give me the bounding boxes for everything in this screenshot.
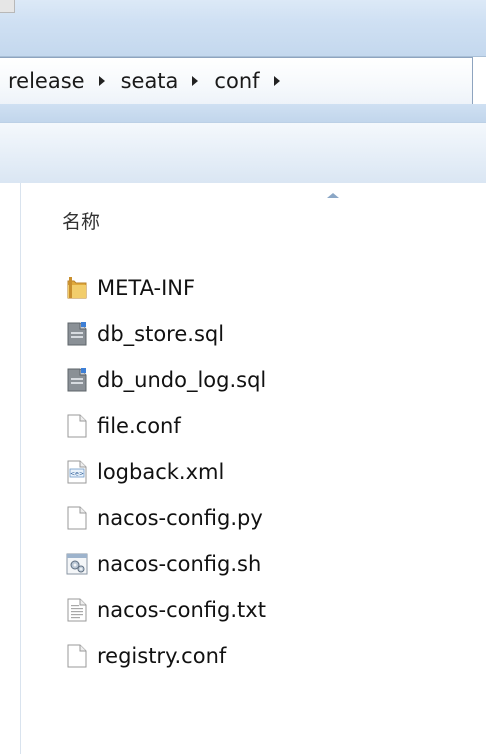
folder-icon bbox=[66, 275, 88, 301]
file-name: nacos-config.sh bbox=[97, 552, 262, 576]
column-header-name[interactable]: 名称 bbox=[62, 207, 100, 234]
file-list: META-INF db_store.sql db_undo_log.sql fi… bbox=[66, 265, 266, 679]
file-row-db-undo-log-sql[interactable]: db_undo_log.sql bbox=[66, 357, 266, 403]
navigation-band bbox=[0, 104, 486, 122]
pane-divider[interactable] bbox=[20, 183, 21, 754]
sort-ascending-icon bbox=[327, 193, 339, 198]
file-row-registry-conf[interactable]: registry.conf bbox=[66, 633, 266, 679]
text-file-icon bbox=[66, 597, 88, 623]
file-name: db_undo_log.sql bbox=[97, 368, 267, 392]
script-file-icon bbox=[66, 551, 88, 577]
breadcrumb-chevron-icon[interactable] bbox=[98, 76, 105, 86]
file-list-pane: 名称 META-INF db_store.sql db_undo_log.sql… bbox=[0, 183, 486, 754]
svg-text:<e>: <e> bbox=[70, 471, 84, 478]
blank-file-icon bbox=[66, 413, 88, 439]
file-row-db-store-sql[interactable]: db_store.sql bbox=[66, 311, 266, 357]
sql-file-icon bbox=[66, 321, 88, 347]
window-corner bbox=[0, 0, 15, 13]
file-row-meta-inf[interactable]: META-INF bbox=[66, 265, 266, 311]
file-name: file.conf bbox=[97, 414, 181, 438]
file-row-nacos-config-sh[interactable]: nacos-config.sh bbox=[66, 541, 266, 587]
sql-file-icon bbox=[66, 367, 88, 393]
file-row-file-conf[interactable]: file.conf bbox=[66, 403, 266, 449]
file-name: db_store.sql bbox=[97, 322, 225, 346]
breadcrumb-item-seata[interactable]: seata bbox=[119, 69, 181, 93]
blank-file-icon bbox=[66, 643, 88, 669]
file-row-nacos-config-txt[interactable]: nacos-config.txt bbox=[66, 587, 266, 633]
file-name: logback.xml bbox=[97, 460, 225, 484]
breadcrumb: release seata conf bbox=[0, 69, 294, 93]
breadcrumb-chevron-icon[interactable] bbox=[273, 76, 280, 86]
file-name: nacos-config.py bbox=[97, 506, 263, 530]
file-row-nacos-config-py[interactable]: nacos-config.py bbox=[66, 495, 266, 541]
breadcrumb-item-release[interactable]: release bbox=[6, 69, 87, 93]
file-row-logback-xml[interactable]: <e> logback.xml bbox=[66, 449, 266, 495]
file-name: nacos-config.txt bbox=[97, 598, 266, 622]
file-name: registry.conf bbox=[97, 644, 227, 668]
address-bar[interactable]: release seata conf bbox=[0, 57, 473, 105]
blank-file-icon bbox=[66, 505, 88, 531]
breadcrumb-chevron-icon[interactable] bbox=[192, 76, 199, 86]
xml-file-icon: <e> bbox=[66, 459, 88, 485]
breadcrumb-item-conf[interactable]: conf bbox=[212, 69, 261, 93]
command-toolbar bbox=[0, 122, 486, 184]
window-titlebar bbox=[0, 0, 486, 57]
file-name: META-INF bbox=[97, 276, 196, 300]
